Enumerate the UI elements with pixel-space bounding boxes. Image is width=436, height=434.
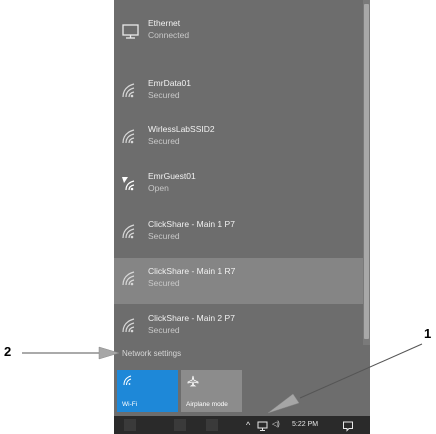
callout-arrow-1	[267, 393, 300, 414]
callout-label-1: 1	[424, 326, 432, 341]
callout-arrow-2	[98, 346, 120, 360]
callout-line-1	[299, 343, 423, 399]
callout-label-2: 2	[4, 344, 12, 359]
callout-lines	[22, 343, 423, 414]
